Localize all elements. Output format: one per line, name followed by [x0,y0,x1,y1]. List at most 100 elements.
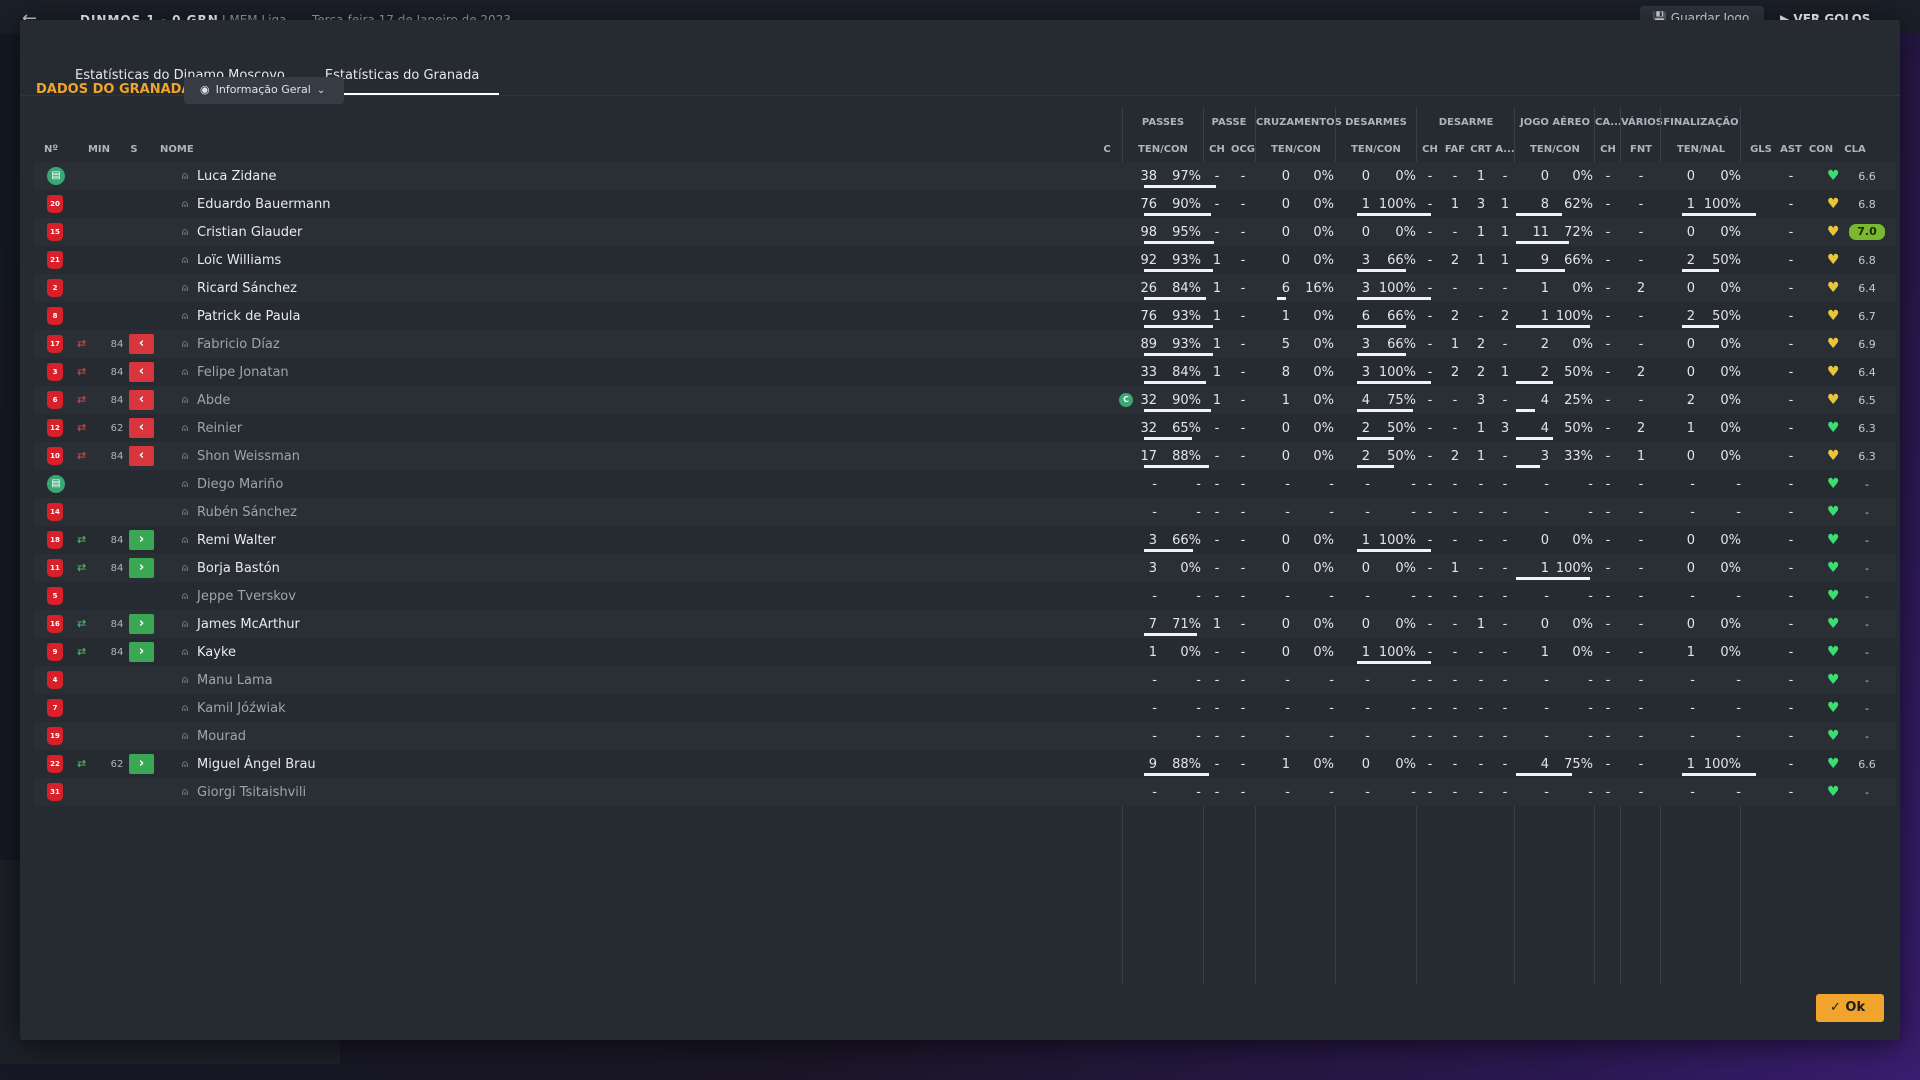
col-header-nome[interactable]: NOME [160,144,200,155]
person-icon: ⍝ [182,619,188,630]
ok-button[interactable]: ✓ Ok [1816,994,1884,1022]
player-name[interactable]: Reinier [197,421,242,436]
stat-crosses-percent: - [1329,477,1334,492]
stat-blocks: - [1502,673,1508,688]
stat-crosses-percent: 0% [1313,169,1334,184]
stat-chances-created: - [1240,533,1246,548]
col-header-des-faf[interactable]: FAF [1442,144,1468,155]
stat-ca-ch: - [1605,645,1611,660]
player-name[interactable]: Kamil Jóźwiak [197,701,286,716]
table-row[interactable]: 6 ⇄ 84 ‹ ⍝ Abde C 32 90% 1-1 0% 4 75% - -3-4 25% - -2 0% - ♥… [34,386,1896,414]
table-row[interactable]: 5 ⍝ Jeppe Tverskov - - - - - - - - - - - - - - - - - - - ♥ - [34,582,1896,610]
stat-assists: - [1788,421,1794,436]
player-name[interactable]: Giorgi Tsitaishvili [197,785,306,800]
stat-headers-attempted: 3 [1540,449,1549,464]
sub-minute: 84 [110,619,124,630]
table-row[interactable]: 7 ⍝ Kamil Jóźwiak - - - - - - - - - - - - - - - - - - - ♥ - [34,694,1896,722]
stat-ca-ch: - [1605,701,1611,716]
table-row[interactable]: 16 ⇄ 84 › ⍝ James McArthur 7 71% 1-0 0% 0 0% - -1-0 0%… [34,610,1896,638]
col-header-ca-ch[interactable]: CH [1595,144,1621,155]
player-name[interactable]: Fabricio Díaz [197,337,280,352]
stat-crosses-percent: - [1329,785,1334,800]
player-name[interactable]: Jeppe Tverskov [197,589,296,604]
table-row[interactable]: 21 ⍝ Loïc Williams 92 93% 1-0 0% 3 66% -2 1 1 9 66% - -… [34,246,1896,274]
stat-passes-attempted: - [1152,589,1157,604]
player-name[interactable]: Remi Walter [197,533,276,548]
stat-shots-on-target-percent: 100% [1703,197,1741,212]
eye-icon: ◉ [200,83,210,96]
player-name[interactable]: Luca Zidane [197,169,276,184]
player-name[interactable]: Mourad [197,729,246,744]
stat-crosses-percent: 0% [1313,365,1334,380]
player-name[interactable]: Miguel Ángel Brau [197,757,316,772]
col-header-c[interactable]: C [1100,144,1114,155]
table-row[interactable]: 15 ⍝ Cristian Glauder 98 95% - -0 0% 0 0% - -1 1 11 72… [34,218,1896,246]
table-row[interactable]: 8 ⍝ Patrick de Paula 76 93% 1-1 0% 6 66% -2-2 1 100… [34,302,1896,330]
stat-shots-on-target-percent: 0% [1720,617,1741,632]
col-header-passe-ch[interactable]: CH [1206,144,1228,155]
table-row[interactable]: ▤ ⍝ Luca Zidane 38 97% - -0 0% 0 0% - -1-0 0% - -0 0% - ♥… [34,162,1896,190]
sub-minute: 84 [110,451,124,462]
table-row[interactable]: 4 ⍝ Manu Lama - - - - - - - - - - - - - - - - - - - ♥ - [34,666,1896,694]
col-header-des-ch[interactable]: CH [1420,144,1440,155]
col-header-s[interactable]: S [128,144,140,155]
stat-key-passes: 1 [1212,365,1222,380]
player-name[interactable]: Rubén Sánchez [197,505,297,520]
player-name[interactable]: James McArthur [197,617,300,632]
col-header-gls[interactable]: GLS [1747,144,1775,155]
shirt-number: 5 [47,587,63,605]
table-row[interactable]: 14 ⍝ Rubén Sánchez - - - - - - - - - - - - - - - - - - - ♥ - [34,498,1896,526]
player-name[interactable]: Kayke [197,645,236,660]
table-row[interactable]: 3 ⇄ 84 ‹ ⍝ Felipe Jonatan 33 84% 1-8 0% 3 100% -2 2 1 2… [34,358,1896,386]
col-header-desarmes-tc[interactable]: TEN/CON [1336,144,1416,155]
player-name[interactable]: Patrick de Paula [197,309,301,324]
stat-passes-percent: - [1196,673,1201,688]
table-row[interactable]: 22 ⇄ 62 › ⍝ Miguel Ángel Brau 9 88% - -1 0% 0 0% - - - -… [34,750,1896,778]
table-row[interactable]: 9 ⇄ 84 › ⍝ Kayke 1 0% - -0 0% 1 100% - - - -1 0% - -1 0% - ♥ - [34,638,1896,666]
col-header-fnt[interactable]: FNT [1621,144,1661,155]
player-name[interactable]: Loïc Williams [197,253,281,268]
table-row[interactable]: 12 ⇄ 62 ‹ ⍝ Reinier 32 65% - -0 0% 2 50% - -1 3 4 50% -2 1 0… [34,414,1896,442]
col-header-passes-tc[interactable]: TEN/CON [1123,144,1203,155]
player-name[interactable]: Borja Bastón [197,561,280,576]
player-name[interactable]: Eduardo Bauermann [197,197,330,212]
player-name[interactable]: Ricard Sánchez [197,281,297,296]
stat-fnt: - [1638,729,1644,744]
col-header-cla[interactable]: CLA [1837,144,1873,155]
view-dropdown[interactable]: ◉ Informação Geral ⌄ [184,77,344,104]
col-header-passe-ocg[interactable]: OCG [1230,144,1256,155]
table-row[interactable]: 10 ⇄ 84 ‹ ⍝ Shon Weissman 17 88% - -0 0% 2 50% -2 1-3 3… [34,442,1896,470]
player-rating: - [1865,562,1869,575]
stat-blocks: - [1502,477,1508,492]
table-row[interactable]: 18 ⇄ 84 › ⍝ Remi Walter 3 66% - -0 0% 1 100% - - - -0 0% -… [34,526,1896,554]
player-name[interactable]: Shon Weissman [197,449,300,464]
table-row[interactable]: 17 ⇄ 84 ‹ ⍝ Fabricio Díaz 89 93% 1-5 0% 3 66% -1 2-2 0… [34,330,1896,358]
table-row[interactable]: 11 ⇄ 84 › ⍝ Borja Bastón 3 0% - -0 0% 0 0% -1- -1 100% -… [34,554,1896,582]
stat-clearances: - [1427,253,1433,268]
stat-fnt: 1 [1636,449,1646,464]
table-row[interactable]: 19 ⍝ Mourad - - - - - - - - - - - - - - - - - - - ♥ - [34,722,1896,750]
col-header-des-a[interactable]: A... [1494,144,1516,155]
stat-tackles-attempted: - [1365,673,1370,688]
player-name[interactable]: Abde [197,393,230,408]
col-header-fin-tn[interactable]: TEN/NAL [1661,144,1741,155]
col-header-num[interactable]: Nº [40,144,62,155]
stat-shots-on-target-percent: - [1736,589,1741,604]
table-row[interactable]: 31 ⍝ Giorgi Tsitaishvili - - - - - - - - - - - - - - - - - -… [34,778,1896,806]
table-row[interactable]: ▤ ⍝ Diego Mariño - - - - - - - - - - - - - - - - - - - ♥ - [34,470,1896,498]
player-name[interactable]: Felipe Jonatan [197,365,289,380]
col-header-aereo-tc[interactable]: TEN/CON [1515,144,1595,155]
player-name[interactable]: Diego Mariño [197,477,283,492]
table-row[interactable]: 2 ⍝ Ricard Sánchez 26 84% 1-6 16% 3 100% - - - -1 0% -… [34,274,1896,302]
stat-tackles-attempted: - [1365,505,1370,520]
col-header-ast[interactable]: AST [1777,144,1805,155]
stat-bar [1144,185,1216,188]
table-row[interactable]: 20 ⍝ Eduardo Bauermann 76 90% - -0 0% 1 100% -1 3 1 8… [34,190,1896,218]
player-name[interactable]: Manu Lama [197,673,273,688]
col-header-des-crt[interactable]: CRT [1468,144,1494,155]
player-name[interactable]: Cristian Glauder [197,225,302,240]
col-header-min[interactable]: MIN [84,144,114,155]
col-header-cruz-tc[interactable]: TEN/CON [1256,144,1336,155]
col-header-con[interactable]: CON [1807,144,1835,155]
stat-fnt: - [1638,477,1644,492]
